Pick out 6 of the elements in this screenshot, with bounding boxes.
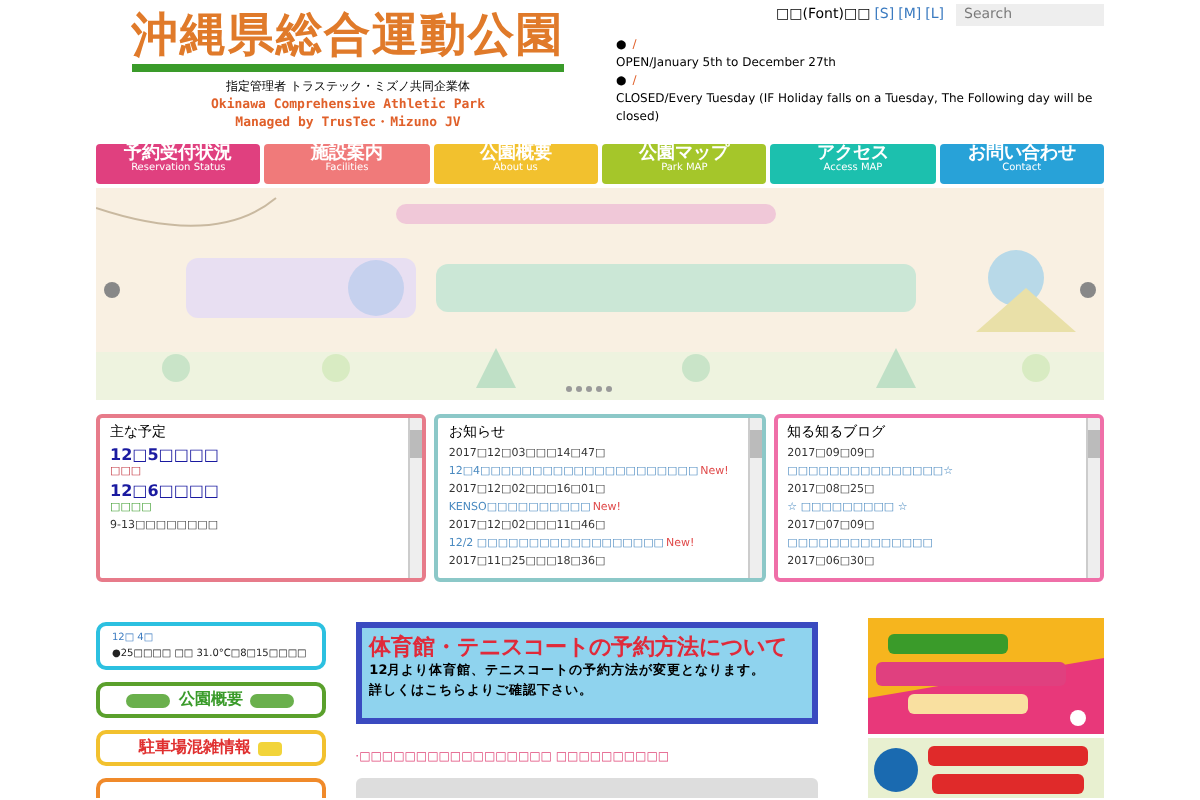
site-logo[interactable]: 沖縄県総合運動公園 — [132, 8, 564, 72]
side-button[interactable]: 駐車場混雑情報 — [96, 730, 326, 766]
event-date: 12□6□□□□ — [110, 482, 221, 500]
event-date: 12□5□□□□ — [110, 446, 221, 464]
side-button[interactable]: 公園概要 — [96, 682, 326, 718]
notice-title: 体育館・テニスコートの予約方法について — [369, 632, 790, 662]
